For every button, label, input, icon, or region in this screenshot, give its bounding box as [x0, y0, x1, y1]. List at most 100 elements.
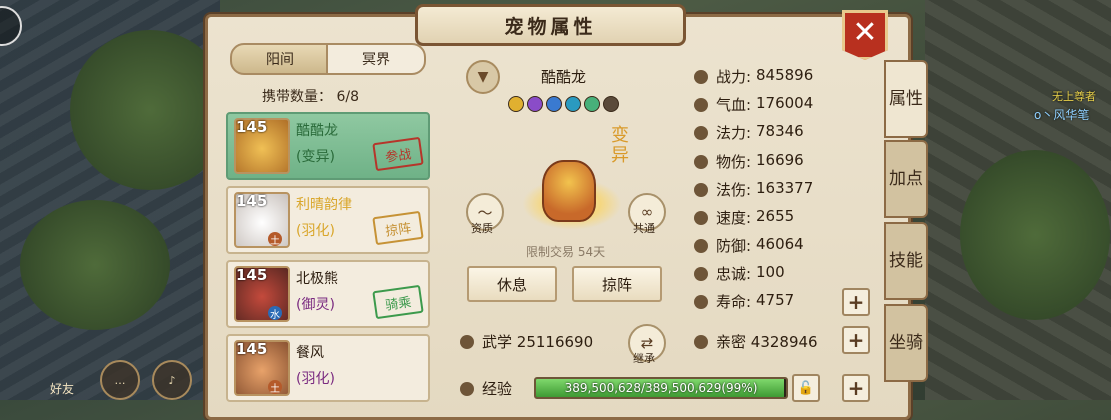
variant-mark: 变异 [611, 125, 629, 166]
exp-label: 经验 [482, 380, 513, 398]
intimacy-icon [694, 335, 708, 349]
pet-list-item[interactable]: 145 土 餐风 (羽化) [226, 334, 430, 402]
carry-value: 6/8 [336, 89, 359, 105]
pet-type: (羽化) [296, 223, 335, 239]
martial-label: 武学 [482, 333, 513, 351]
element-badge: 土 [268, 232, 282, 247]
chat-button[interactable]: … [100, 360, 140, 400]
skill-icon[interactable] [565, 96, 581, 112]
stat-value: 78346 [756, 122, 804, 140]
voice-button[interactable]: ♪ [152, 360, 192, 400]
pet-type: (御灵) [296, 297, 335, 313]
stat-label: 速度: [716, 209, 752, 227]
stat-lifespan: 寿命: 4757 [694, 291, 794, 312]
intimacy-value: 4328946 [750, 333, 818, 351]
stat-phys-dmg: 物伤: 16696 [694, 151, 804, 172]
stat-label: 忠诚: [716, 265, 752, 283]
background-tree [960, 150, 1110, 320]
stat-label: 战力: [716, 68, 752, 86]
background-tree [20, 200, 170, 330]
pet-list-item[interactable]: 145 酷酷龙 (变异) 参战 [226, 112, 430, 180]
skill-icon[interactable] [508, 96, 524, 112]
element-badge: 土 [268, 380, 282, 395]
pet-type: (羽化) [296, 371, 335, 387]
tab-mingjie[interactable]: 冥界 [326, 43, 426, 75]
stat-label: 气血: [716, 96, 752, 114]
chevron-down-icon[interactable]: ▼ [466, 60, 500, 94]
pet-level: 145 [236, 192, 268, 210]
fist-icon [694, 70, 708, 84]
drop-icon [694, 126, 708, 140]
pet-status-badge: 骑乘 [372, 284, 424, 320]
wing-icon [694, 211, 708, 225]
stat-label: 防御: [716, 237, 752, 255]
inherit-label: 继承 [633, 352, 655, 365]
stat-label: 寿命: [716, 293, 752, 311]
pet-level: 145 [236, 340, 268, 358]
carry-count: 携带数量： 6/8 [262, 86, 359, 106]
close-button[interactable]: ✕ [842, 10, 888, 60]
player-title: 无上尊者 [1052, 90, 1096, 103]
martial-value: 25116690 [516, 333, 594, 351]
add-exp-button[interactable]: + [842, 374, 870, 402]
stat-value: 4757 [756, 291, 795, 309]
skill-icon[interactable] [584, 96, 600, 112]
add-lifespan-button[interactable]: + [842, 288, 870, 316]
fire-icon [694, 183, 708, 197]
skill-icon[interactable] [527, 96, 543, 112]
stat-label: 法伤: [716, 181, 752, 199]
stat-value: 845896 [756, 66, 814, 84]
pet-name: 北极熊 [296, 271, 338, 287]
element-badge: 水 [268, 306, 282, 321]
tab-skills[interactable]: 技能 [884, 222, 928, 300]
stat-value: 2655 [756, 207, 795, 225]
player-name[interactable]: o丶风华笔 [1034, 106, 1089, 123]
pet-level: 145 [236, 266, 268, 284]
tab-attributes[interactable]: 属性 [884, 60, 928, 138]
stat-hp: 气血: 176004 [694, 94, 813, 115]
lock-icon[interactable]: 🔓 [792, 374, 820, 402]
pet-level: 145 [236, 118, 268, 136]
friend-button[interactable]: 好友 [50, 380, 74, 397]
martial-icon [460, 335, 474, 349]
exp-bar: 389,500,628/389,500,629(99%) [534, 377, 788, 399]
exp-text: 389,500,628/389,500,629(99%) [564, 381, 758, 395]
stat-value: 176004 [756, 94, 814, 112]
raid-button[interactable]: 掠阵 [572, 266, 662, 302]
stat-loyalty: 忠诚: 100 [694, 263, 785, 284]
loyalty-icon [694, 267, 708, 281]
pet-name: 利晴韵律 [296, 197, 352, 213]
trade-limit: 限制交易 54天 [526, 245, 606, 259]
pet-list-item[interactable]: 145 水 北极熊 (御灵) 骑乘 [226, 260, 430, 328]
rest-button[interactable]: 休息 [467, 266, 557, 302]
stat-defense: 防御: 46064 [694, 235, 804, 256]
shield-icon [694, 239, 708, 253]
stat-speed: 速度: 2655 [694, 207, 794, 228]
stat-value: 16696 [756, 151, 804, 169]
stat-value: 100 [756, 263, 785, 281]
tab-yangjian[interactable]: 阳间 [230, 43, 330, 75]
martial-stat: 武学 25116690 [460, 331, 593, 352]
stat-power: 战力: 845896 [694, 66, 813, 87]
stat-value: 46064 [756, 235, 804, 253]
pet-status-badge: 参战 [372, 136, 424, 172]
hourglass-icon [694, 295, 708, 309]
tab-points[interactable]: 加点 [884, 140, 928, 218]
pet-list-item[interactable]: 145 土 利晴韵律 (羽化) 掠阵 [226, 186, 430, 254]
carry-label: 携带数量： [262, 89, 332, 105]
intimacy-stat: 亲密 4328946 [694, 331, 818, 352]
add-intimacy-button[interactable]: + [842, 326, 870, 354]
exp-icon [460, 382, 474, 396]
pet-model [542, 160, 596, 222]
stat-label: 法力: [716, 124, 752, 142]
skill-icons [508, 96, 619, 112]
stat-magic-dmg: 法伤: 163377 [694, 179, 813, 200]
pet-status-badge: 掠阵 [372, 210, 424, 246]
intimacy-label: 亲密 [716, 333, 747, 351]
skill-icon[interactable] [546, 96, 562, 112]
tab-mount[interactable]: 坐骑 [884, 304, 928, 382]
stat-label: 物伤: [716, 153, 752, 171]
heart-icon [694, 98, 708, 112]
skill-icon[interactable] [603, 96, 619, 112]
pet-name: 酷酷龙 [296, 123, 338, 139]
